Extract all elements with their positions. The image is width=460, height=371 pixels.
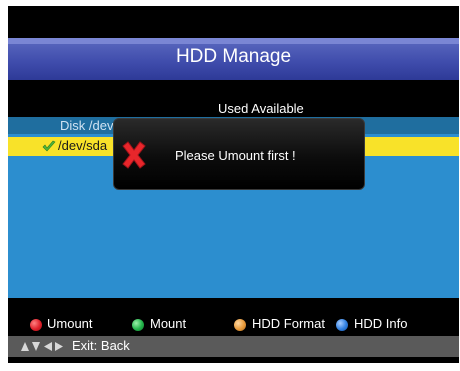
device-label: /dev/sda <box>58 138 108 153</box>
umount-action[interactable]: Umount <box>47 316 93 331</box>
hdd-format-action[interactable]: HDD Format <box>252 316 325 331</box>
checkmark-icon <box>42 140 56 152</box>
nav-arrows-icon <box>21 342 63 351</box>
column-available: Available <box>251 101 304 116</box>
mount-action[interactable]: Mount <box>150 316 186 331</box>
blue-button-icon <box>336 319 348 331</box>
hdd-info-action[interactable]: HDD Info <box>354 316 407 331</box>
column-used: Used <box>218 101 249 116</box>
exit-back-hint: Exit: Back <box>72 338 130 353</box>
column-headers: Used Available <box>218 101 304 116</box>
error-x-icon <box>122 141 146 169</box>
orange-button-icon <box>234 319 246 331</box>
dialog-message: Please Umount first ! <box>175 148 296 163</box>
green-button-icon <box>132 319 144 331</box>
red-button-icon <box>30 319 42 331</box>
page-title: HDD Manage <box>175 46 292 67</box>
disk-label: Disk /dev <box>60 118 114 133</box>
